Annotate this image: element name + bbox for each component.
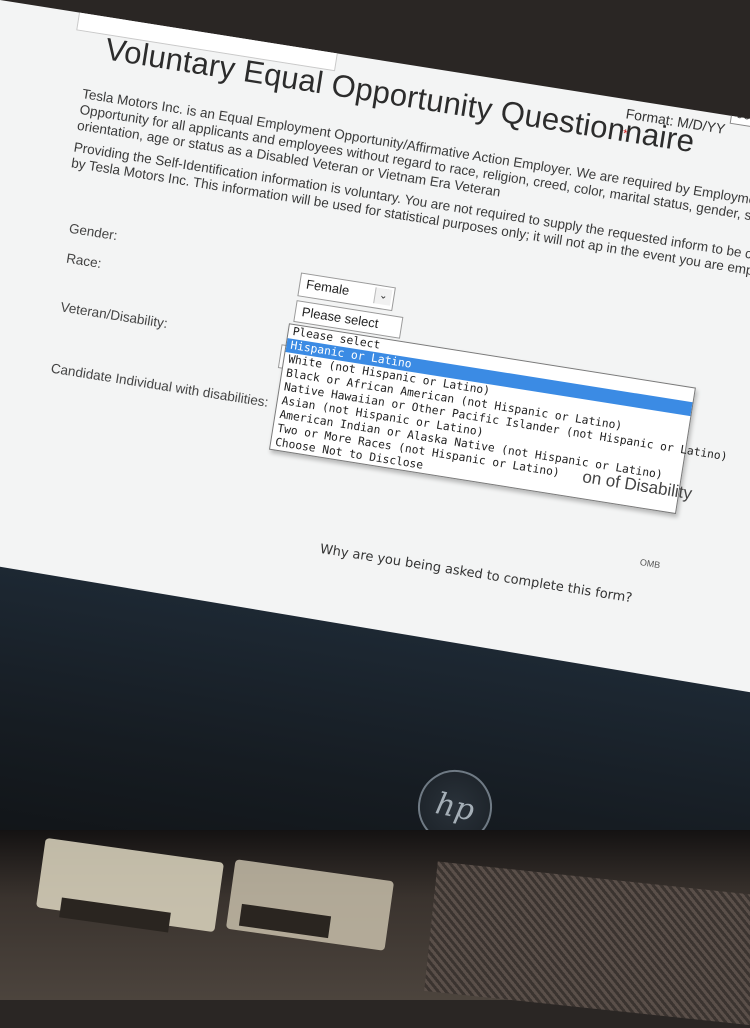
- date-input[interactable]: 06: [729, 101, 750, 132]
- omb-label: OMB: [639, 557, 662, 571]
- race-label: Race:: [65, 250, 103, 271]
- candidate-label: Candidate Individual with disabilities:: [49, 360, 270, 410]
- why-link[interactable]: Why are you being asked to complete this…: [319, 542, 633, 606]
- gender-select-value: Female: [305, 276, 351, 299]
- chevron-down-icon[interactable]: ⌄: [373, 287, 393, 306]
- veteran-label: Veteran/Disability:: [59, 299, 169, 332]
- esignature-label: eSignature: [630, 65, 701, 93]
- gender-label: Gender:: [67, 220, 119, 244]
